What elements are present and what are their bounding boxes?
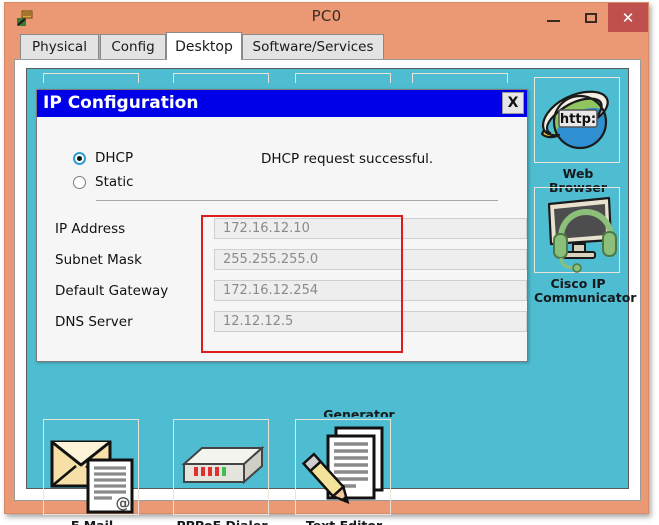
text-editor-tile[interactable]	[295, 419, 391, 515]
label-subnet-mask: Subnet Mask	[55, 252, 142, 268]
desktop-icon-pppoe-dialer[interactable]: PPPoE Dialer	[173, 419, 271, 525]
input-subnet-mask[interactable]: 255.255.255.0	[214, 249, 527, 270]
content-panel: Generator http: Web Browser Cisco IP Com…	[14, 59, 641, 525]
text-editor-label: Text Editor	[295, 519, 393, 525]
close-button[interactable]: ✕	[608, 3, 648, 32]
desktop-icon-stub	[173, 73, 269, 83]
radio-static[interactable]: Static	[73, 174, 134, 190]
svg-text:@: @	[116, 494, 131, 512]
dialog-separator	[96, 200, 498, 201]
email-tile[interactable]: @	[43, 419, 139, 515]
ip-configuration-dialog: IP Configuration X DHCP Static DHCP requ…	[36, 89, 528, 362]
tab-label: Physical	[32, 39, 87, 55]
desktop-icon-text-editor[interactable]: Text Editor	[295, 419, 393, 525]
monitor-headset-icon	[547, 196, 617, 273]
screenshot-root: PC0 ✕ Physical Config Desktop Software/Serv…	[0, 0, 659, 525]
application-window: PC0 ✕ Physical Config Desktop Software/Serv…	[4, 2, 649, 525]
tab-label: Config	[111, 39, 155, 55]
desktop-icon-web-browser[interactable]: http: Web Browser	[534, 77, 622, 195]
tab-desktop[interactable]: Desktop	[166, 32, 242, 60]
input-ip-address[interactable]: 172.16.12.10	[214, 218, 527, 239]
close-icon: ✕	[621, 8, 635, 27]
cisco-label-text: Cisco IP Communicator	[534, 276, 637, 305]
input-dns-server[interactable]: 12.12.12.5	[214, 311, 527, 332]
svg-text:http:: http:	[560, 112, 596, 127]
pppoe-dialer-label: PPPoE Dialer	[173, 519, 271, 525]
radio-dhcp-indicator	[73, 151, 86, 165]
dialog-close-button[interactable]: X	[502, 92, 524, 114]
cisco-ip-communicator-tile[interactable]	[534, 187, 620, 273]
desktop-icon-stub	[43, 73, 139, 83]
tab-software-services[interactable]: Software/Services	[242, 34, 384, 59]
text-editor-icon	[301, 426, 384, 505]
radio-dhcp-label: DHCP	[95, 150, 134, 166]
modem-icon	[181, 445, 265, 485]
desktop-icon-stub	[412, 73, 508, 83]
label-ip-address: IP Address	[55, 221, 126, 237]
minimize-button[interactable]	[534, 3, 572, 32]
radio-static-label: Static	[95, 174, 134, 190]
desktop-area: Generator http: Web Browser Cisco IP Com…	[26, 68, 636, 525]
desktop-icon-cisco-ip-communicator[interactable]: Cisco IP Communicator	[534, 187, 636, 305]
traffic-generator-label: Generator	[323, 407, 395, 417]
label-default-gateway: Default Gateway	[55, 283, 169, 299]
pppoe-dialer-tile[interactable]	[173, 419, 269, 515]
dhcp-status-message: DHCP request successful.	[261, 151, 434, 167]
tab-label: Software/Services	[252, 39, 374, 55]
tab-label: Desktop	[175, 38, 233, 55]
dialog-title: IP Configuration	[43, 93, 199, 113]
dialog-titlebar: IP Configuration X	[37, 90, 527, 117]
cisco-ip-communicator-label: Cisco IP Communicator	[534, 277, 636, 305]
maximize-icon	[585, 13, 597, 23]
label-dns-server: DNS Server	[55, 314, 133, 330]
window-titlebar: PC0 ✕	[5, 3, 648, 32]
minimize-icon	[547, 20, 560, 22]
tab-config[interactable]: Config	[100, 34, 166, 59]
email-icon: @	[50, 440, 134, 514]
desktop-icon-stub	[295, 73, 391, 83]
radio-static-indicator	[73, 175, 86, 189]
web-browser-tile[interactable]: http:	[534, 77, 620, 163]
maximize-button[interactable]	[572, 3, 610, 32]
tab-physical[interactable]: Physical	[20, 34, 99, 59]
desktop-icon-email[interactable]: @ E Mail	[43, 419, 141, 525]
web-browser-icon: http:	[540, 90, 609, 150]
email-label: E Mail	[43, 519, 141, 525]
input-default-gateway[interactable]: 172.16.12.254	[214, 280, 527, 301]
radio-dhcp[interactable]: DHCP	[73, 150, 133, 166]
tab-strip: Physical Config Desktop Software/Services	[14, 32, 641, 60]
